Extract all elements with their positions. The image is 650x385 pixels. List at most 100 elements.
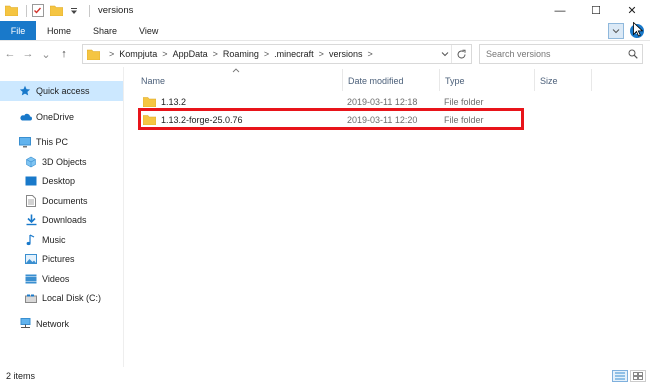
music-icon — [24, 233, 38, 247]
breadcrumb-separator[interactable]: > — [319, 49, 324, 59]
file-name: 1.13.2 — [161, 96, 187, 107]
title-bar: versions — ☐ ✕ — [0, 0, 650, 21]
sort-ascending-icon — [232, 66, 240, 75]
tab-share[interactable]: Share — [82, 21, 128, 40]
window-controls: — ☐ ✕ — [542, 0, 650, 21]
column-divider[interactable] — [342, 69, 343, 91]
sidebar-item-network[interactable]: Network — [0, 314, 123, 334]
view-buttons — [610, 370, 646, 382]
video-icon — [24, 272, 38, 286]
close-button[interactable]: ✕ — [614, 0, 650, 21]
tab-home[interactable]: Home — [36, 21, 82, 40]
file-name-cell: 1.13.2 — [143, 96, 186, 108]
breadcrumb-separator[interactable]: > — [109, 49, 114, 59]
download-icon — [24, 213, 38, 227]
breadcrumb-appdata[interactable]: AppData — [173, 49, 208, 59]
sidebar-item-desktop[interactable]: Desktop — [0, 172, 123, 192]
refresh-button[interactable] — [451, 45, 471, 63]
network-icon — [18, 317, 32, 331]
folder-icon — [143, 114, 157, 126]
sidebar-item-label: Pictures — [42, 254, 75, 265]
search-input[interactable]: Search versions — [486, 49, 624, 59]
sidebar-item-label: Documents — [42, 195, 88, 206]
sidebar-item-this-pc[interactable]: This PC — [0, 133, 123, 153]
column-divider[interactable] — [591, 69, 592, 91]
column-header-type[interactable]: Type — [445, 73, 465, 89]
file-name: 1.13.2-forge-25.0.76 — [161, 114, 243, 125]
sidebar-item-3d-objects[interactable]: 3D Objects — [0, 152, 123, 172]
breadcrumb-separator[interactable]: > — [162, 49, 167, 59]
sidebar-item-pictures[interactable]: Pictures — [0, 250, 123, 270]
chevron-down-icon — [441, 52, 449, 57]
forward-button[interactable]: → — [20, 44, 36, 64]
breadcrumb-separator[interactable]: > — [264, 49, 269, 59]
sidebar-item-quick-access[interactable]: Quick access — [0, 81, 123, 101]
address-bar[interactable]: > Kompjuta > AppData > Roaming > .minecr… — [82, 44, 472, 64]
expand-ribbon-button[interactable] — [608, 23, 624, 39]
breadcrumb-versions[interactable]: versions — [329, 49, 363, 59]
sidebar-item-label: This PC — [36, 137, 69, 148]
new-folder-icon[interactable] — [49, 4, 63, 18]
vertical-scrollbar[interactable] — [642, 67, 650, 367]
sidebar-item-local-disk[interactable]: Local Disk (C:) — [0, 289, 123, 309]
back-button[interactable]: ← — [2, 44, 18, 64]
ribbon-tabs: File Home Share View ? — [0, 21, 650, 41]
breadcrumb-minecraft[interactable]: .minecraft — [274, 49, 314, 59]
refresh-icon — [457, 49, 466, 58]
sidebar-item-label: 3D Objects — [42, 156, 87, 167]
tab-file[interactable]: File — [0, 21, 36, 40]
column-header-date-modified[interactable]: Date modified — [348, 73, 404, 89]
sidebar-item-label: Quick access — [36, 86, 90, 96]
folder-icon — [4, 4, 18, 18]
folder-icon — [87, 49, 100, 60]
file-date: 2019-03-11 12:18 — [347, 96, 418, 107]
sidebar-item-label: Videos — [42, 273, 70, 284]
cloud-icon — [18, 110, 32, 124]
file-date: 2019-03-11 12:20 — [347, 114, 418, 125]
sidebar-item-onedrive[interactable]: OneDrive — [0, 107, 123, 127]
customize-toolbar-icon[interactable] — [67, 4, 81, 18]
item-count: 2 items — [6, 371, 36, 381]
column-divider[interactable] — [439, 69, 440, 91]
search-icon[interactable] — [624, 49, 642, 59]
minimize-button[interactable]: — — [542, 0, 578, 21]
search-box[interactable]: Search versions — [479, 44, 643, 64]
breadcrumb-kompjuta[interactable]: Kompjuta — [119, 49, 157, 59]
file-list: Name Date modified Type Size 1.13.2 2019… — [125, 67, 650, 367]
maximize-button[interactable]: ☐ — [578, 0, 614, 21]
sidebar-item-label: Desktop — [42, 176, 76, 187]
address-dropdown-button[interactable] — [441, 45, 449, 63]
details-view-icon — [615, 372, 625, 380]
sidebar-item-label: Music — [42, 234, 66, 245]
column-header-name[interactable]: Name — [141, 73, 165, 89]
sidebar-item-downloads[interactable]: Downloads — [0, 211, 123, 231]
file-row[interactable]: 1.13.2 2019-03-11 12:18 File folder — [137, 92, 531, 111]
sidebar-item-label: Network — [36, 318, 70, 329]
file-row[interactable]: 1.13.2-forge-25.0.76 2019-03-11 12:20 Fi… — [137, 110, 531, 129]
sidebar-item-videos[interactable]: Videos — [0, 269, 123, 289]
sidebar-item-music[interactable]: Music — [0, 230, 123, 250]
details-view-button[interactable] — [612, 370, 628, 382]
navigation-bar: ← → ⌄ ↑ > Kompjuta > AppData > Roaming >… — [0, 41, 650, 67]
divider — [26, 4, 27, 17]
status-bar: 2 items — [0, 367, 650, 385]
column-divider[interactable] — [534, 69, 535, 91]
breadcrumb-roaming[interactable]: Roaming — [223, 49, 259, 59]
breadcrumb-separator[interactable]: > — [213, 49, 218, 59]
column-header-size[interactable]: Size — [540, 73, 558, 89]
sidebar-item-label: Downloads — [42, 215, 87, 226]
divider — [89, 4, 90, 17]
properties-icon[interactable] — [31, 4, 45, 18]
recent-locations-button[interactable]: ⌄ — [38, 44, 54, 64]
file-type: File folder — [444, 114, 484, 125]
drive-icon — [24, 291, 38, 305]
large-icons-view-button[interactable] — [630, 370, 646, 382]
up-button[interactable]: ↑ — [56, 44, 72, 64]
cube-icon — [24, 155, 38, 169]
sidebar-item-label: OneDrive — [36, 111, 75, 122]
large-icons-view-icon — [633, 372, 643, 380]
computer-icon — [18, 135, 32, 149]
breadcrumb-separator[interactable]: > — [367, 49, 372, 59]
tab-view[interactable]: View — [128, 21, 169, 40]
sidebar-item-documents[interactable]: Documents — [0, 191, 123, 211]
